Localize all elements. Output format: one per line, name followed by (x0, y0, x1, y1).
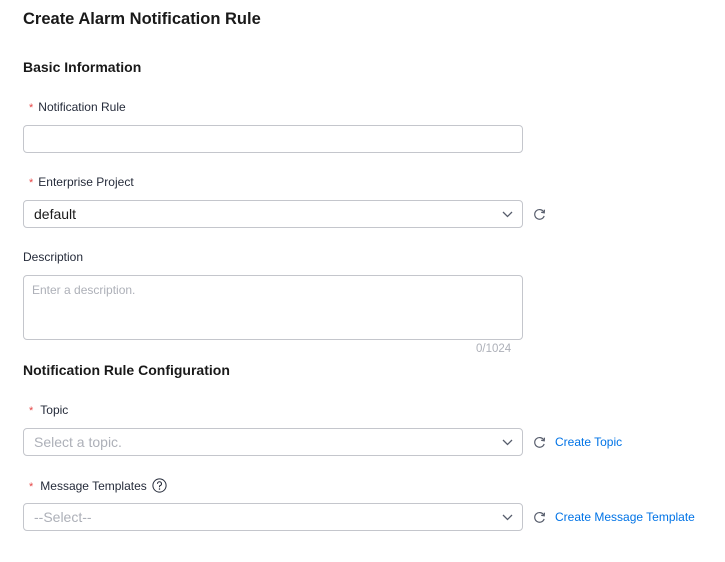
enterprise-project-selected-value: default (34, 206, 77, 222)
topic-label-text: Topic (40, 403, 69, 417)
required-mark: * (29, 177, 34, 189)
chevron-down-icon (501, 436, 513, 448)
page-title: Create Alarm Notification Rule (23, 10, 261, 28)
message-templates-label: * Message Templates (23, 478, 167, 493)
create-topic-link[interactable]: Create Topic (555, 435, 622, 449)
description-char-counter: 0/1024 (476, 343, 512, 355)
section-title-basic-information: Basic Information (23, 59, 142, 75)
notification-rule-label: * Notification Rule (23, 100, 126, 114)
notification-rule-label-text: Notification Rule (38, 100, 126, 114)
chevron-down-icon (501, 511, 513, 523)
enterprise-project-select[interactable]: default (23, 200, 523, 228)
enterprise-project-label-text: Enterprise Project (38, 175, 134, 189)
section-title-notification-rule-configuration: Notification Rule Configuration (23, 362, 230, 378)
description-label: Description (23, 250, 83, 264)
description-label-text: Description (23, 250, 84, 264)
topic-refresh-icon[interactable] (532, 435, 546, 449)
enterprise-project-label: * Enterprise Project (23, 175, 134, 189)
enterprise-project-refresh-icon[interactable] (532, 207, 546, 221)
create-message-template-link[interactable]: Create Message Template (555, 510, 695, 524)
chevron-down-icon (501, 208, 513, 220)
notification-rule-input[interactable] (23, 125, 523, 153)
question-circle-icon[interactable] (152, 478, 167, 493)
description-placeholder: Enter a description. (32, 283, 136, 297)
required-mark: * (29, 405, 34, 417)
required-mark: * (29, 102, 34, 114)
topic-placeholder: Select a topic. (34, 434, 122, 450)
message-templates-select[interactable]: --Select-- (23, 503, 523, 531)
message-templates-label-text: Message Templates (40, 478, 147, 493)
description-textarea[interactable]: Enter a description. (23, 275, 523, 340)
message-templates-placeholder: --Select-- (34, 509, 92, 525)
required-mark: * (29, 480, 34, 493)
message-templates-refresh-icon[interactable] (532, 510, 546, 524)
topic-label: * Topic (23, 403, 68, 417)
topic-select[interactable]: Select a topic. (23, 428, 523, 456)
